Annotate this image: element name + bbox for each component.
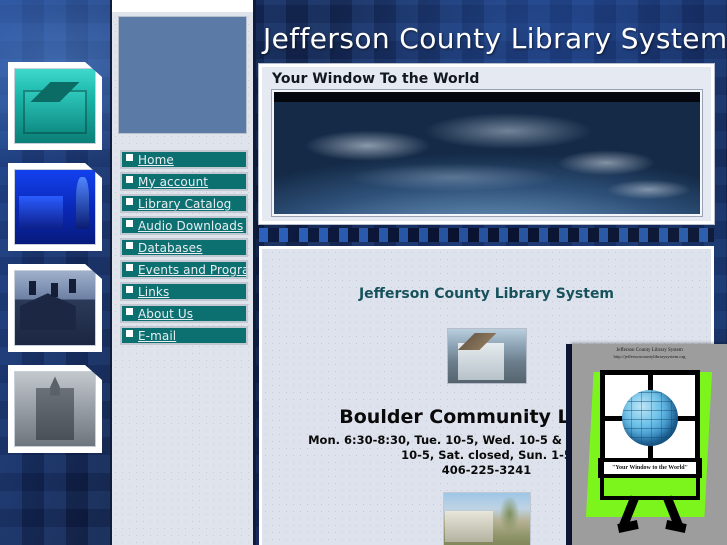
nav-item-label: Home bbox=[138, 152, 174, 167]
bullet-square-icon bbox=[126, 286, 133, 293]
nav-image-placeholder bbox=[118, 16, 247, 134]
left-photo-column bbox=[0, 0, 110, 545]
bullet-square-icon bbox=[126, 264, 133, 271]
branch-photo-secondary bbox=[442, 492, 531, 545]
window-frame-icon bbox=[600, 370, 700, 466]
sidebar-photo-2[interactable] bbox=[8, 163, 102, 251]
photo-lodge-library-icon bbox=[14, 68, 96, 144]
sidebar-item-email[interactable]: E-mail bbox=[120, 326, 248, 345]
bullet-square-icon bbox=[126, 308, 133, 315]
sidebar-photo-1[interactable] bbox=[8, 62, 102, 150]
sidebar-item-audio-downloads[interactable]: Audio Downloads bbox=[120, 216, 248, 235]
nav-item-label: Databases bbox=[138, 240, 203, 255]
tagline: Your Window To the World bbox=[272, 71, 480, 87]
sidebar-photo-3[interactable] bbox=[8, 264, 102, 352]
photo-storefront-library-icon bbox=[14, 169, 96, 245]
nav-item-label: Library Catalog bbox=[138, 196, 232, 211]
logo-foot-right bbox=[665, 520, 687, 533]
logo-banner-text: "Your Window to the World" bbox=[612, 465, 688, 471]
nav-item-label: My account bbox=[138, 174, 209, 189]
nav-item-label: Events and Programs bbox=[138, 262, 246, 277]
globe-icon bbox=[622, 390, 678, 446]
bullet-square-icon bbox=[126, 176, 133, 183]
page-title: Jefferson County Library System bbox=[263, 22, 727, 55]
photo-historic-courthouse-icon bbox=[14, 371, 96, 447]
sidebar-item-events-and-programs[interactable]: Events and Programs bbox=[120, 260, 248, 279]
nav-item-label: E-mail bbox=[138, 328, 177, 343]
logo-website-url: http://jeffersoncountylibrarysystem.org bbox=[613, 354, 686, 359]
decorative-divider-band bbox=[259, 228, 714, 242]
header-banner-panel: Your Window To the World bbox=[259, 64, 714, 224]
nav-top-spacer bbox=[112, 0, 253, 12]
sidebar-item-home[interactable]: Home bbox=[120, 150, 248, 169]
bullet-square-icon bbox=[126, 220, 133, 227]
sidebar-item-links[interactable]: Links bbox=[120, 282, 248, 301]
photo-barn-library-icon bbox=[14, 270, 96, 346]
logo-legs bbox=[616, 495, 687, 540]
nav-item-label: Audio Downloads bbox=[138, 218, 244, 233]
logo-caption-block: Jefferson County Library System http://j… bbox=[572, 344, 727, 360]
sidebar-item-library-catalog[interactable]: Library Catalog bbox=[120, 194, 248, 213]
main-navigation-menu: Home My account Library Catalog Audio Do… bbox=[120, 150, 248, 345]
nav-item-label: About Us bbox=[138, 306, 194, 321]
sidebar-item-my-account[interactable]: My account bbox=[120, 172, 248, 191]
bullet-square-icon bbox=[126, 154, 133, 161]
content-heading: Jefferson County Library System bbox=[358, 286, 615, 302]
sidebar-item-databases[interactable]: Databases bbox=[120, 238, 248, 257]
sidebar-item-about-us[interactable]: About Us bbox=[120, 304, 248, 323]
branch-photo-boulder bbox=[446, 328, 527, 384]
navigation-column: Home My account Library Catalog Audio Do… bbox=[110, 0, 256, 545]
library-logo-overlay[interactable]: Jefferson County Library System http://j… bbox=[572, 344, 727, 545]
bullet-square-icon bbox=[126, 330, 133, 337]
nav-item-label: Links bbox=[138, 284, 170, 299]
sidebar-photo-4[interactable] bbox=[8, 365, 102, 453]
bullet-square-icon bbox=[126, 242, 133, 249]
earth-banner-image bbox=[271, 89, 703, 217]
logo-banner: "Your Window to the World" bbox=[598, 458, 702, 478]
bullet-square-icon bbox=[126, 198, 133, 205]
